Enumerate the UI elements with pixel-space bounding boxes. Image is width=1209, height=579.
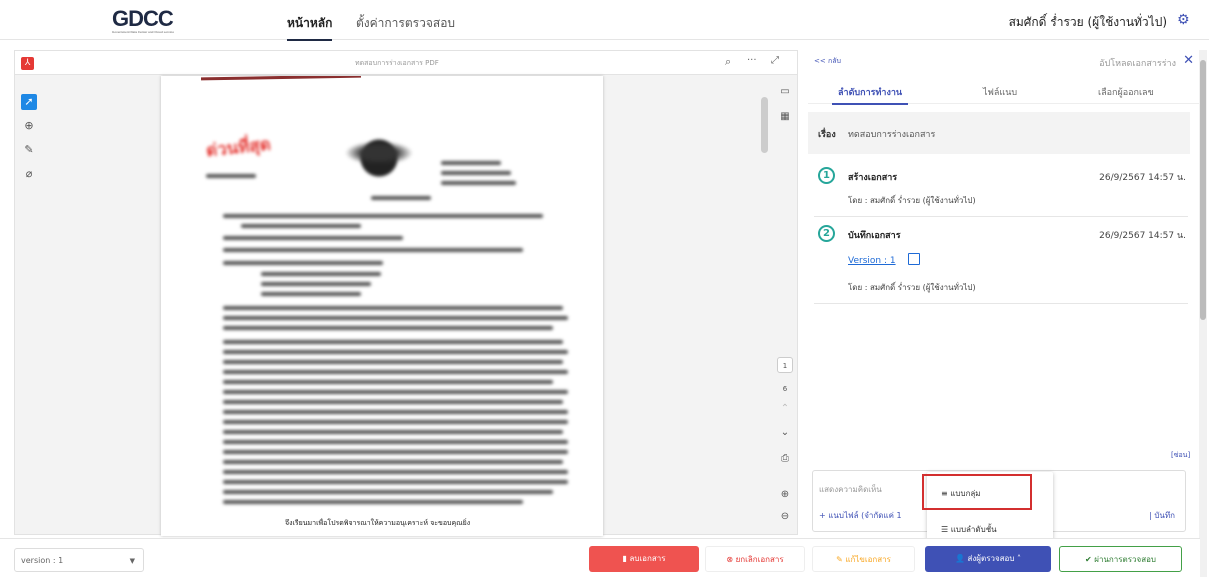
page-number-input[interactable]: 1 (777, 357, 793, 373)
workflow-step: 1 สร้างเอกสาร 26/9/2567 14:57 น. โดย : ส… (814, 167, 1188, 217)
viewer-scrollbar[interactable] (760, 83, 768, 531)
closing-line: จึงเรียนมาเพื่อโปรดพิจารณาให้ความอนุเครา… (285, 519, 471, 527)
garuda-emblem (339, 131, 419, 191)
edit-document-button[interactable]: ✎ แก้ไขเอกสาร (812, 546, 915, 572)
comment-input[interactable]: แสดงความคิดเห็น (819, 483, 882, 496)
send-label: ส่งผู้ตรวจสอบ (967, 554, 1015, 563)
cancel-document-button[interactable]: ⊗ ยกเลิกเอกสาร (705, 546, 805, 572)
delete-document-button[interactable]: ▮ ลบเอกสาร (589, 546, 699, 572)
back-link[interactable]: << กลับ (814, 56, 841, 67)
select-cursor-icon[interactable]: ➚ (21, 94, 37, 110)
gear-icon[interactable]: ⚙ (1177, 13, 1191, 27)
step-number: 1 (818, 167, 835, 184)
workflow-step: 2 บันทึกเอกสาร 26/9/2567 14:57 น. Versio… (814, 225, 1188, 304)
cancel-label: ยกเลิกเอกสาร (735, 555, 784, 564)
tab-attachments[interactable]: ไฟล์แนบ (983, 85, 1017, 99)
top-bar: GDCC Government Data Center and Cloud ser… (0, 0, 1209, 41)
page-scroll-thumb[interactable] (1200, 60, 1206, 320)
step-date: 26/9/2567 14:57 น. (1099, 231, 1186, 241)
document-page: ด่วนที่สุด จึงเรียนมาเพื่อโปรดพิจารณาให้… (161, 76, 603, 536)
step-name: สร้างเอกสาร (848, 173, 898, 183)
fit-page-icon[interactable]: ⎙ (777, 451, 793, 467)
user-name[interactable]: สมศักดิ์ ร่ำรวย (ผู้ใช้งานทั่วไป) (1009, 13, 1167, 32)
step-date: 26/9/2567 14:57 น. (1099, 173, 1186, 183)
tab-select-issuer[interactable]: เลือกผู้ออกเลข (1098, 85, 1154, 99)
annotation-toolbar: ➚ ⊕ ✎ ⌀ (21, 94, 37, 190)
side-panel: << กลับ อัปโหลดเอกสารร่าง ✕ ลำดับการทำงา… (808, 50, 1200, 540)
chevron-up-icon[interactable]: ⌃ (777, 401, 793, 417)
menu-item-order[interactable]: ☰ แบบลำดับชั้น (941, 523, 997, 536)
delete-label: ลบเอกสาร (629, 554, 666, 563)
step-by: โดย : สมศักดิ์ ร่ำรวย (ผู้ใช้งานทั่วไป) (848, 196, 976, 205)
upload-draft-link[interactable]: อัปโหลดเอกสารร่าง (1099, 56, 1176, 70)
tab-workflow[interactable]: ลำดับการทำงาน (831, 85, 909, 105)
version-select[interactable]: version : 1 ▼ (14, 548, 144, 572)
subject-label: เรื่อง (818, 130, 836, 140)
page-edge-line (200, 76, 362, 81)
version-link[interactable]: Version : 1 (848, 256, 896, 266)
edit-label: แก้ไขเอกสาร (845, 555, 891, 564)
save-comment-button[interactable]: | บันทึก (1149, 509, 1175, 522)
open-external-icon[interactable] (908, 253, 920, 265)
pen-icon[interactable]: ✎ (21, 142, 37, 158)
panel-tabs: ลำดับการทำงาน ไฟล์แนบ เลือกผู้ออกเลข (808, 74, 1200, 105)
search-icon[interactable]: ⌕ (725, 55, 731, 69)
pass-review-button[interactable]: ✔ ผ่านการตรวจสอบ (1059, 546, 1182, 572)
eraser-icon[interactable]: ⌀ (21, 166, 37, 182)
file-type: PDF (425, 59, 439, 67)
step-number: 2 (818, 225, 835, 242)
thumbnails-icon[interactable]: ▦ (777, 109, 793, 125)
caret-down-icon: ▼ (129, 557, 135, 565)
send-to-reviewer-button[interactable]: 👤 ส่งผู้ตรวจสอบ ˄ (925, 546, 1051, 572)
chevron-down-icon[interactable]: ⌄ (777, 425, 793, 441)
subject-box: เรื่อง ทดสอบการร่างเอกสาร (808, 112, 1190, 154)
hide-link[interactable]: [ซ่อน] (1171, 450, 1190, 461)
pass-label: ผ่านการตรวจสอบ (1094, 555, 1156, 564)
expand-icon[interactable]: ⤢ (771, 55, 779, 66)
urgent-stamp: ด่วนที่สุด (205, 134, 272, 162)
logo-text: GDCC (112, 6, 174, 31)
zoom-out-icon[interactable]: ⊖ (777, 509, 793, 525)
menu-label-order: แบบลำดับชั้น (950, 525, 997, 534)
pdf-viewer: ⅄ ทดสอบการร่างเอกสาร PDF ⌕ ··· ⤢ ➚ ⊕ ✎ ⌀… (14, 50, 798, 536)
bottom-bar: version : 1 ▼ ▮ ลบเอกสาร ⊗ ยกเลิกเอกสาร ✎… (0, 538, 1200, 579)
comment-icon[interactable]: ▭ (777, 84, 793, 100)
page-scrollbar[interactable] (1199, 50, 1207, 577)
viewer-header: ⅄ ทดสอบการร่างเอกสาร PDF ⌕ ··· ⤢ (15, 51, 797, 75)
zoom-tool-icon[interactable]: ⊕ (21, 118, 37, 134)
subject-text: ทดสอบการร่างเอกสาร (848, 130, 936, 140)
more-icon[interactable]: ··· (747, 55, 757, 66)
step-by: โดย : สมศักดิ์ ร่ำรวย (ผู้ใช้งานทั่วไป) (848, 283, 976, 292)
logo-subtext: Government Data Center and Cloud service (112, 30, 175, 34)
logo[interactable]: GDCC Government Data Center and Cloud ser… (112, 6, 175, 34)
step-name: บันทึกเอกสาร (848, 231, 901, 241)
pdf-icon: ⅄ (21, 57, 34, 70)
viewer-title-text: ทดสอบการร่างเอกสาร (355, 59, 423, 67)
scroll-thumb[interactable] (761, 97, 768, 153)
attach-file-button[interactable]: + แนบไฟล์ (จำกัดแค่ 1 (819, 509, 902, 522)
collapse-icon[interactable]: ✕ (1183, 53, 1194, 68)
nav-home[interactable]: หน้าหลัก (287, 14, 333, 41)
zoom-in-icon[interactable]: ⊕ (777, 487, 793, 503)
nav-settings[interactable]: ตั้งค่าการตรวจสอบ (356, 14, 455, 33)
version-select-value: version : 1 (21, 556, 64, 565)
page-total: 6 (782, 385, 788, 393)
viewer-title: ทดสอบการร่างเอกสาร PDF (355, 58, 439, 69)
highlight-box (922, 474, 1032, 510)
